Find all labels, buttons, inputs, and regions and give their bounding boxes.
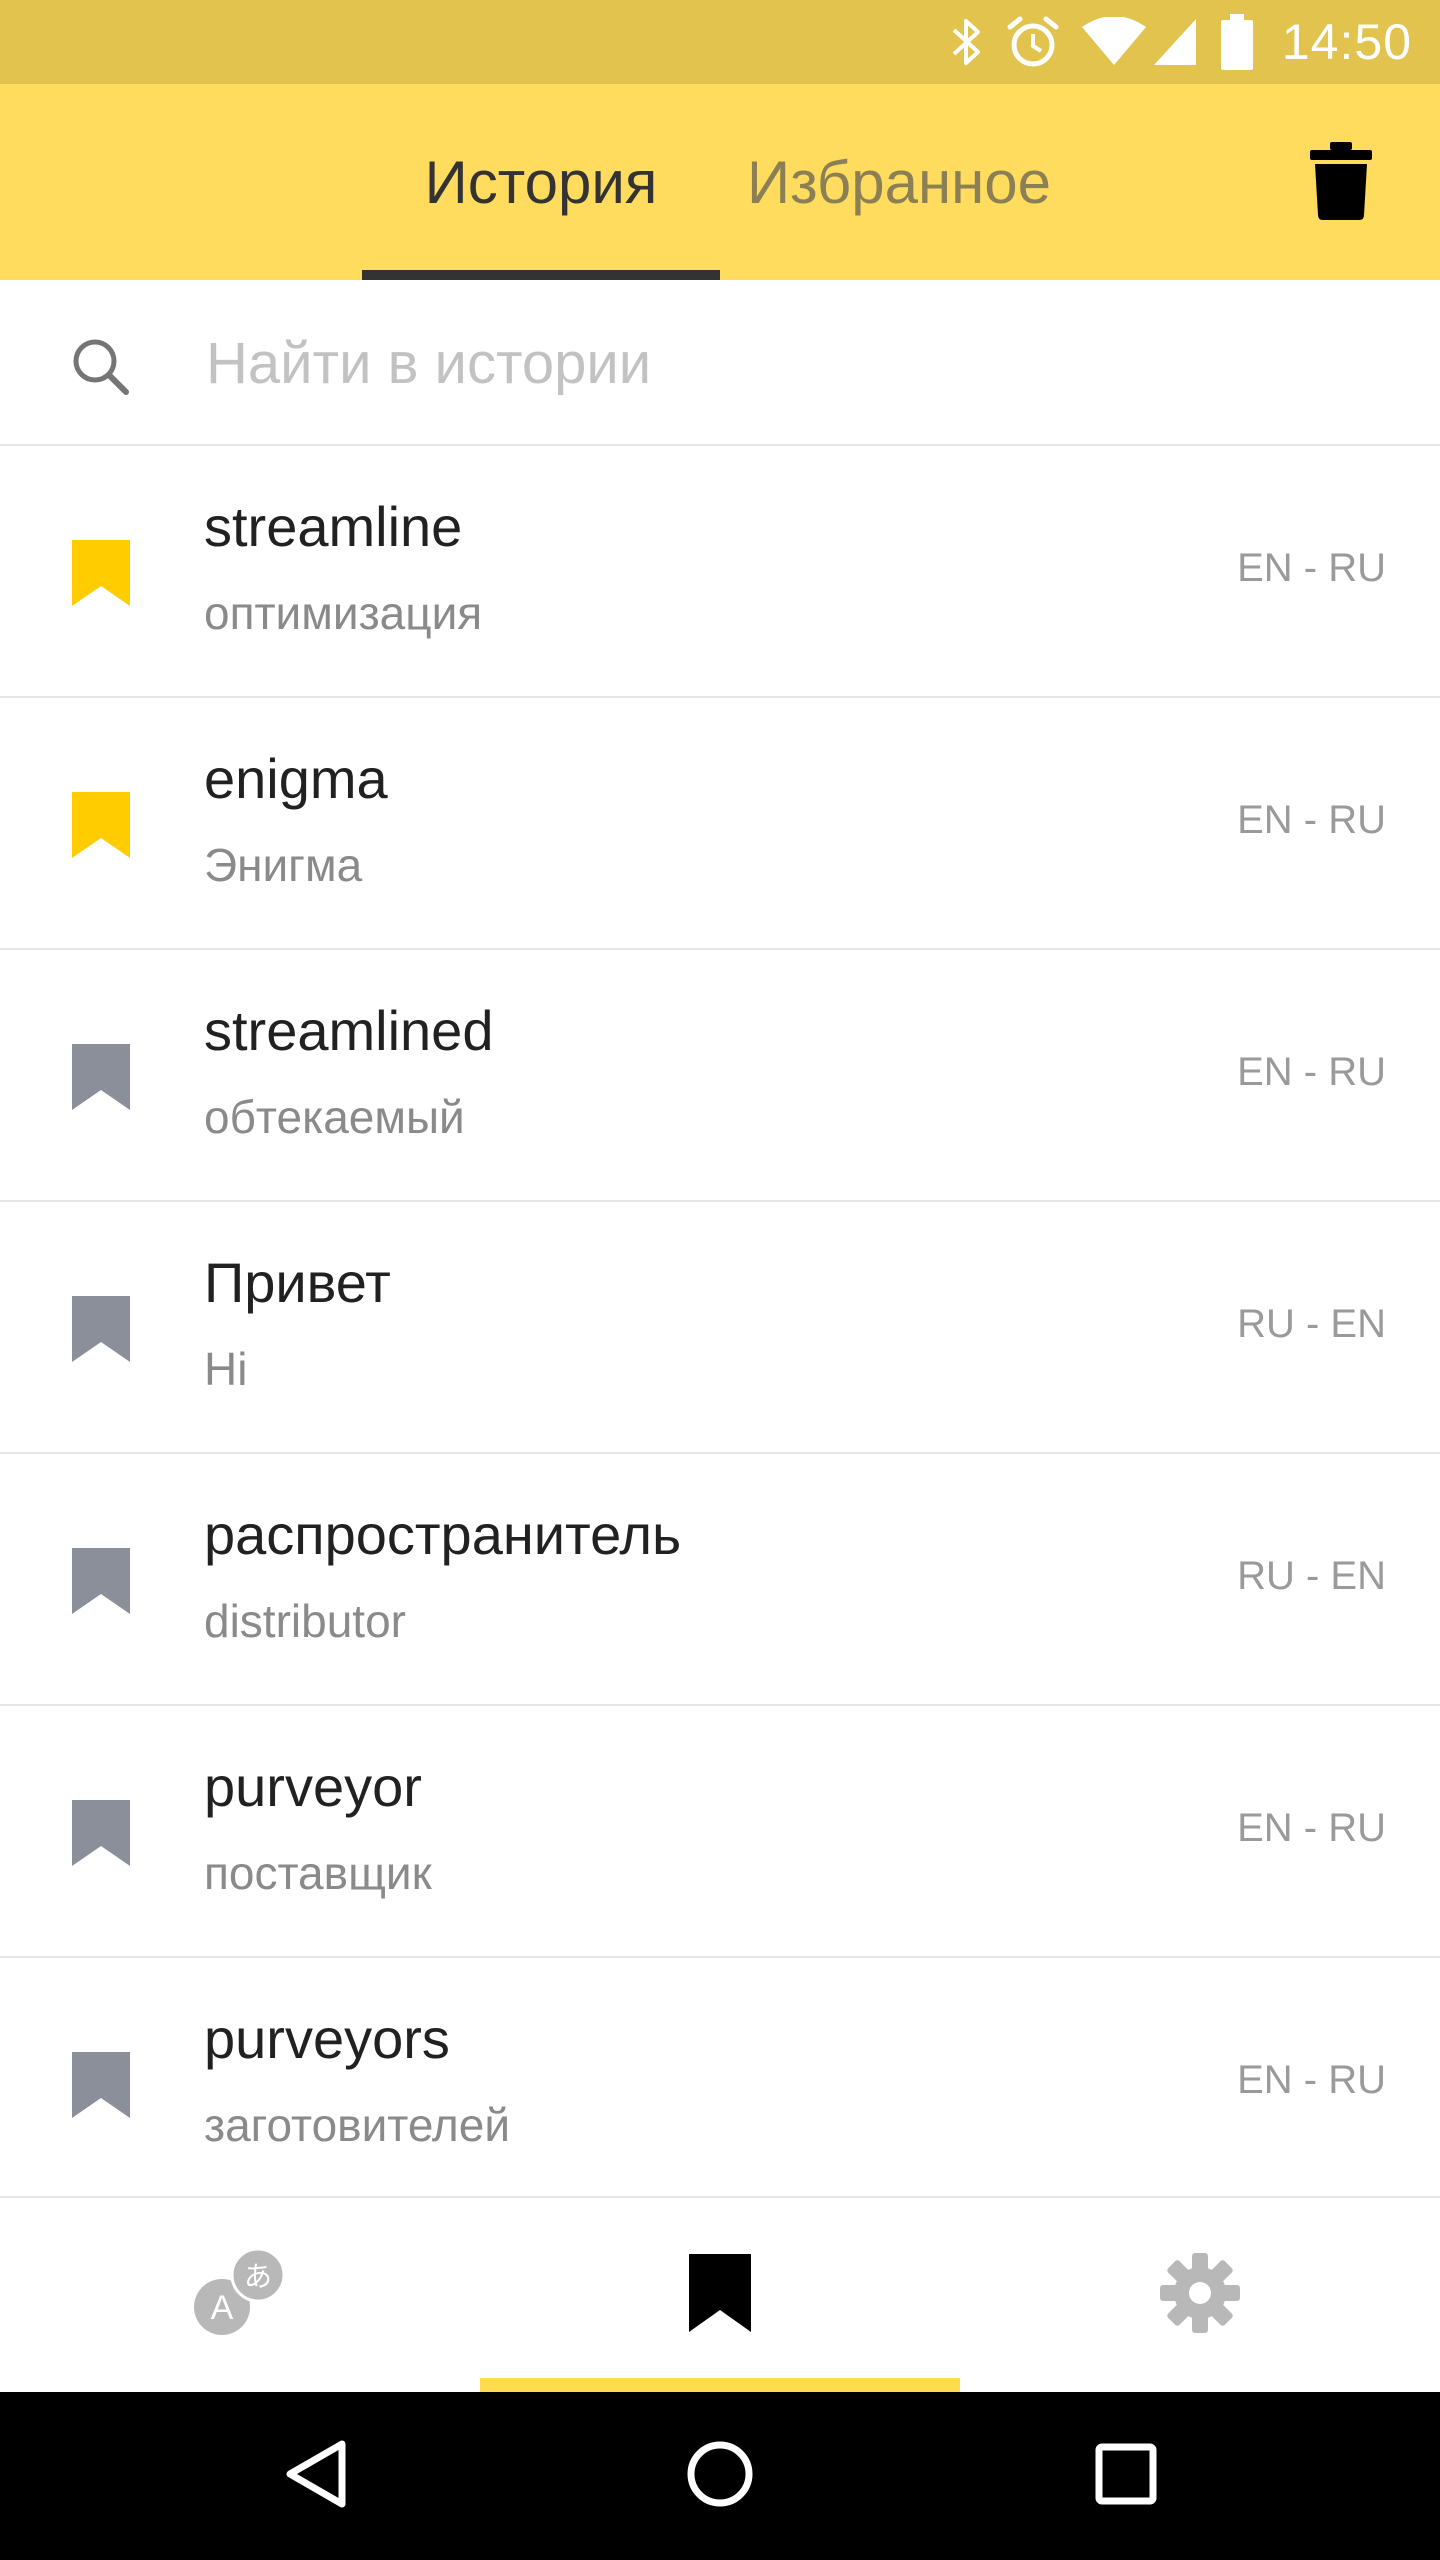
bookmark-icon[interactable] — [72, 1044, 130, 1110]
language-pair: EN - RU — [1237, 2058, 1386, 2102]
tab-indicator — [362, 270, 720, 280]
list-item[interactable]: Привет Hi RU - EN — [0, 1202, 1440, 1454]
bookmark-icon — [689, 2253, 751, 2337]
language-pair: RU - EN — [1237, 1554, 1386, 1598]
back-icon — [284, 2440, 348, 2513]
app-header: История Избранное — [0, 84, 1440, 280]
svg-text:あ: あ — [244, 2260, 272, 2293]
battery-icon — [1220, 14, 1254, 70]
history-list: streamline оптимизация EN - RU enigma Эн… — [0, 446, 1440, 2210]
translation-text: оптимизация — [204, 587, 483, 639]
trash-icon — [1310, 141, 1372, 225]
system-recents-button[interactable] — [1078, 2428, 1174, 2524]
home-icon — [685, 2439, 755, 2514]
source-word: распространитель — [204, 1503, 682, 1566]
alarm-icon — [1006, 15, 1060, 69]
language-pair: EN - RU — [1237, 1050, 1386, 1094]
nav-translate-button[interactable]: A あ — [0, 2198, 480, 2392]
translation-text: Энигма — [204, 839, 363, 891]
translation-text: заготовителей — [204, 2099, 511, 2151]
bluetooth-icon — [950, 16, 984, 68]
status-bar: 14:50 — [0, 0, 1440, 84]
nav-active-indicator — [480, 2378, 960, 2392]
list-item[interactable]: распространитель distributor RU - EN — [0, 1454, 1440, 1706]
source-word: purveyor — [204, 1755, 422, 1818]
translation-text: обтекаемый — [204, 1091, 465, 1143]
source-word: Привет — [204, 1251, 391, 1314]
language-pair: EN - RU — [1237, 1806, 1386, 1850]
language-pair: EN - RU — [1237, 798, 1386, 842]
search-bar — [0, 280, 1440, 446]
search-icon — [70, 336, 130, 396]
list-item[interactable]: purveyors заготовителей EN - RU — [0, 1958, 1440, 2210]
translation-text: Hi — [204, 1343, 248, 1395]
clear-history-button[interactable] — [1298, 140, 1384, 226]
translation-text: distributor — [204, 1595, 406, 1647]
translate-icon: A あ — [192, 2245, 288, 2346]
wifi-icon — [1081, 17, 1146, 67]
system-nav-bar — [0, 2392, 1440, 2560]
bookmark-icon[interactable] — [72, 792, 130, 858]
svg-text:A: A — [211, 2289, 234, 2327]
bookmark-icon[interactable] — [72, 2052, 130, 2118]
system-back-button[interactable] — [268, 2428, 364, 2524]
list-item[interactable]: streamlined обтекаемый EN - RU — [0, 950, 1440, 1202]
search-input[interactable] — [204, 320, 1388, 406]
source-word: streamline — [204, 495, 463, 558]
tab-favorites[interactable]: Избранное — [720, 84, 1078, 280]
status-time: 14:50 — [1281, 14, 1412, 70]
source-word: purveyors — [204, 2007, 450, 2070]
system-home-button[interactable] — [672, 2428, 768, 2524]
bookmark-icon[interactable] — [72, 1800, 130, 1866]
bottom-navigation: A あ — [0, 2196, 1440, 2392]
bookmark-icon[interactable] — [72, 1296, 130, 1362]
signal-icon — [1152, 17, 1198, 67]
bookmark-icon[interactable] — [72, 540, 130, 606]
gear-icon — [1160, 2252, 1240, 2338]
list-item[interactable]: enigma Энигма EN - RU — [0, 698, 1440, 950]
language-pair: RU - EN — [1237, 1302, 1386, 1346]
bookmark-icon[interactable] — [72, 1548, 130, 1614]
translation-text: поставщик — [204, 1847, 432, 1899]
source-word: streamlined — [204, 999, 494, 1062]
nav-bookmarks-button[interactable] — [480, 2198, 960, 2392]
source-word: enigma — [204, 747, 388, 810]
list-item[interactable]: streamline оптимизация EN - RU — [0, 446, 1440, 698]
recents-icon — [1095, 2443, 1157, 2510]
tab-history[interactable]: История — [362, 84, 720, 280]
nav-settings-button[interactable] — [960, 2198, 1440, 2392]
language-pair: EN - RU — [1237, 546, 1386, 590]
list-item[interactable]: purveyor поставщик EN - RU — [0, 1706, 1440, 1958]
